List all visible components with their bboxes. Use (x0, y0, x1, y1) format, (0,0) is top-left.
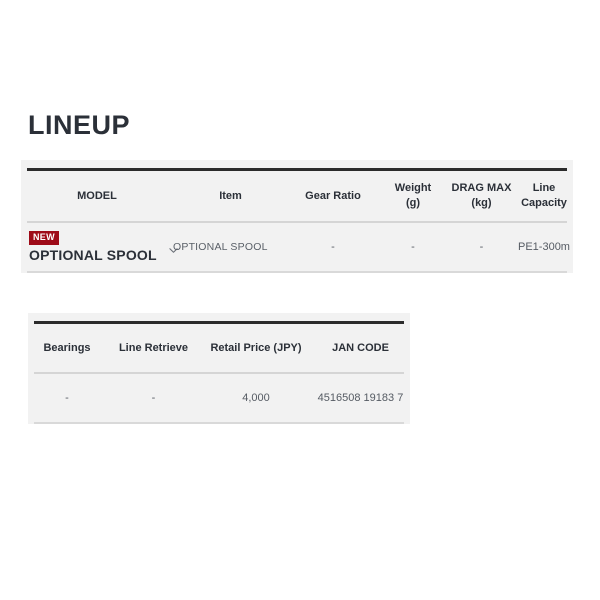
table-row[interactable]: - - 4,000 4516508 19183 7 (28, 374, 410, 422)
status-badge-new: NEW (29, 231, 59, 246)
cell-jan-code: 4516508 19183 7 (317, 392, 404, 404)
cell-drag-max: - (479, 241, 484, 253)
column-header-line-retrieve: Line Retrieve (118, 341, 189, 354)
column-header-gear-ratio: Gear Ratio (305, 189, 361, 202)
price-table-top-spacer (28, 313, 410, 321)
price-spec-table: Bearings Line Retrieve Retail Price (JPY… (28, 313, 410, 424)
cell-line-retrieve: - (151, 392, 156, 404)
cell-model[interactable]: NEW OPTIONAL SPOOL (21, 223, 178, 271)
column-header-drag-max: DRAG MAX (kg) (448, 181, 515, 211)
column-header-weight: Weight (g) (378, 181, 448, 211)
column-header-item: Item (219, 189, 242, 202)
table-bottom-rule (27, 271, 567, 273)
column-header-retail-price: Retail Price (JPY) (210, 341, 302, 354)
lineup-spec-table: MODEL Item Gear Ratio Weight (g) DRAG MA… (21, 160, 573, 273)
column-header-model: MODEL (77, 189, 117, 202)
column-header-drag-max-line2: (kg) (471, 197, 492, 209)
cell-retail-price: 4,000 (242, 392, 270, 404)
cell-bearings: - (65, 392, 69, 404)
price-table-header-row: Bearings Line Retrieve Retail Price (JPY… (28, 324, 410, 372)
price-table-bottom-rule (34, 422, 404, 424)
column-header-drag-max-line1: DRAG MAX (451, 182, 512, 195)
table-top-spacer (21, 160, 573, 168)
column-header-weight-line1: Weight (394, 182, 432, 195)
column-header-jan-code: JAN CODE (332, 341, 389, 354)
cell-line-capacity: PE1-300m (518, 241, 570, 253)
model-label-stack: NEW OPTIONAL SPOOL (29, 231, 157, 263)
cell-item: OPTIONAL SPOOL (173, 241, 268, 253)
table-row[interactable]: NEW OPTIONAL SPOOL OPTIONAL SPOOL - - - … (21, 223, 573, 271)
column-header-line-capacity: Line Capacity (521, 182, 567, 209)
page-title: LINEUP (28, 110, 131, 140)
column-header-weight-line2: (g) (405, 197, 421, 209)
table-header-row: MODEL Item Gear Ratio Weight (g) DRAG MA… (21, 171, 573, 221)
column-header-bearings: Bearings (43, 341, 91, 354)
cell-weight: - (411, 241, 415, 253)
cell-gear-ratio: - (331, 241, 335, 253)
model-name: OPTIONAL SPOOL (29, 247, 157, 264)
lineup-page: LINEUP MODEL Item Gear Ratio Weight (g) … (0, 0, 600, 600)
